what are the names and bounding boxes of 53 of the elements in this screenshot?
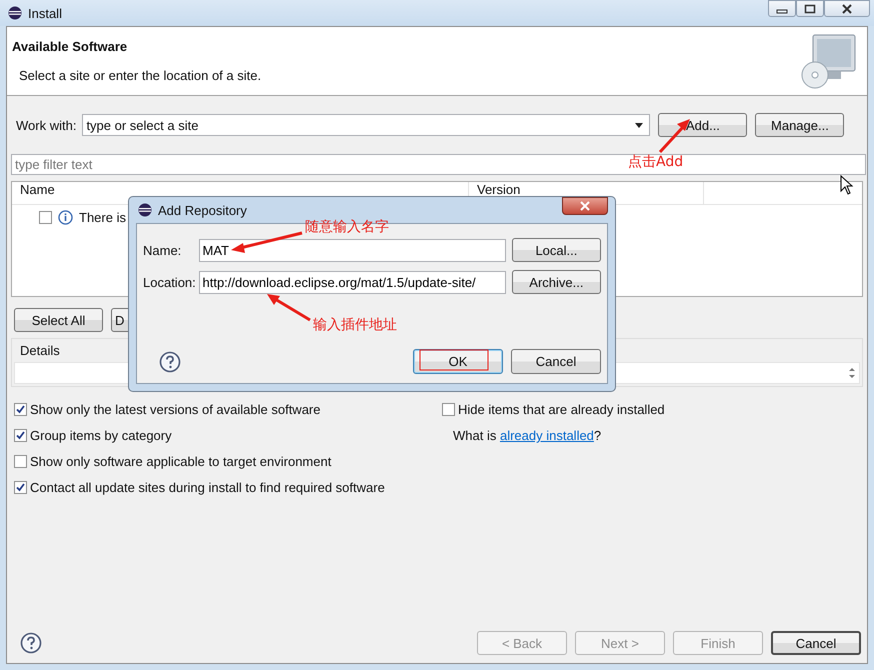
wizard-button[interactable]: Cancel	[771, 631, 861, 655]
close-icon	[841, 4, 853, 14]
checkbox[interactable]	[14, 455, 27, 468]
checkbox-label: Group items by category	[30, 428, 172, 443]
work-with-label: Work with:	[16, 118, 76, 132]
page-title: Available Software	[12, 39, 128, 54]
close-icon	[579, 201, 591, 211]
maximize-button[interactable]	[796, 0, 824, 17]
arrow	[231, 232, 302, 253]
help-icon[interactable]	[20, 632, 42, 654]
eclipse-icon	[8, 6, 22, 20]
field-label: Location:	[143, 274, 197, 290]
checkbox-label: Show only software applicable to target environment	[30, 454, 332, 469]
dialog-title: Add Repository	[158, 202, 247, 218]
dialog-button[interactable]: OK	[413, 349, 503, 374]
dialog-button[interactable]: Add...	[658, 113, 748, 137]
dropdown-icon	[635, 122, 644, 128]
minimize-button[interactable]	[768, 0, 796, 17]
help-icon[interactable]	[159, 350, 181, 372]
dialog-button[interactable]: Manage...	[755, 113, 844, 137]
close-button[interactable]	[562, 197, 608, 215]
checkbox[interactable]	[14, 481, 27, 494]
field-label: Name:	[143, 242, 182, 258]
annotation-text: 输入插件地址	[313, 316, 397, 334]
checkbox[interactable]	[14, 429, 27, 442]
annotation-text: 点击Add	[628, 153, 684, 171]
dialog-button[interactable]: Cancel	[511, 349, 601, 374]
browse-button[interactable]: Archive...	[512, 270, 601, 294]
selection-button[interactable]: Select All	[14, 308, 103, 332]
input-field[interactable]: MAT	[198, 238, 506, 262]
info-icon	[58, 210, 73, 225]
close-button[interactable]	[824, 0, 870, 17]
window-title: Install	[28, 6, 62, 20]
already-installed-link[interactable]: already installed	[500, 428, 594, 443]
checkbox-label: Show only the latest versions of available software	[30, 402, 320, 417]
page-subtitle: Select a site or enter the location of a site.	[18, 68, 262, 83]
annotation-text: 随意输入名字	[305, 218, 389, 236]
checkbox[interactable]	[442, 403, 455, 416]
checkbox[interactable]	[39, 211, 52, 224]
arrow	[267, 294, 311, 322]
eclipse-icon	[138, 203, 152, 217]
details-label: Details	[19, 343, 61, 358]
browse-button[interactable]: Local...	[512, 238, 601, 262]
highlight-rectangle	[420, 350, 488, 370]
maximize-icon	[804, 4, 816, 14]
checkbox[interactable]	[14, 403, 27, 416]
input-field[interactable]: http://download.eclipse.org/mat/1.5/update-site/	[198, 270, 506, 294]
table-cell: There is	[79, 210, 126, 225]
checkbox-label: Contact all update sites during install to find required software	[30, 480, 385, 495]
checkbox-label: Hide items that are already installed	[458, 402, 665, 417]
scroll-arrows-icon	[848, 366, 856, 380]
site-combo-box[interactable]: type or select a site	[82, 114, 650, 136]
help-sentence: What is already installed?	[452, 427, 602, 444]
